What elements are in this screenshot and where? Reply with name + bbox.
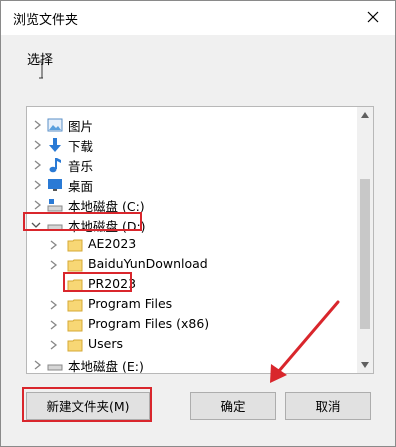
red-arrow-annotation [270,300,340,383]
